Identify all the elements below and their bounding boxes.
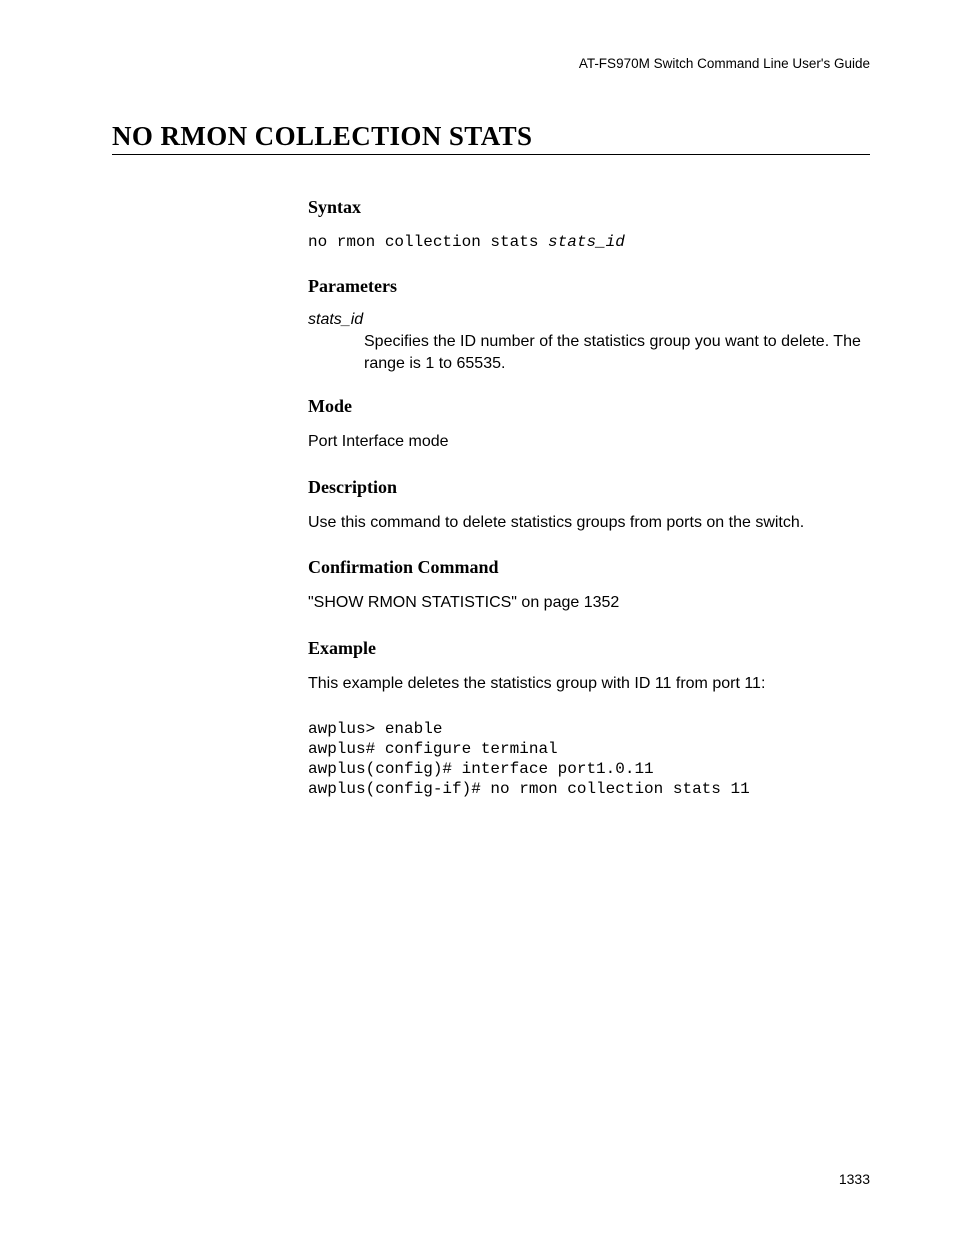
mode-heading: Mode xyxy=(308,396,870,417)
example-code: awplus> enable awplus# configure termina… xyxy=(308,719,870,799)
syntax-prefix: no rmon collection stats xyxy=(308,233,548,251)
confirmation-heading: Confirmation Command xyxy=(308,557,870,578)
running-header: AT-FS970M Switch Command Line User's Gui… xyxy=(112,56,870,71)
example-heading: Example xyxy=(308,638,870,659)
confirmation-text: "SHOW RMON STATISTICS" on page 1352 xyxy=(308,592,870,614)
document-page: AT-FS970M Switch Command Line User's Gui… xyxy=(0,0,954,1235)
content-body: Syntax no rmon collection stats stats_id… xyxy=(308,197,870,799)
syntax-command: no rmon collection stats stats_id xyxy=(308,232,870,252)
parameters-heading: Parameters xyxy=(308,276,870,297)
syntax-heading: Syntax xyxy=(308,197,870,218)
description-heading: Description xyxy=(308,477,870,498)
mode-text: Port Interface mode xyxy=(308,431,870,453)
example-intro: This example deletes the statistics grou… xyxy=(308,673,870,695)
description-text: Use this command to delete statistics gr… xyxy=(308,512,870,534)
syntax-arg: stats_id xyxy=(548,233,625,251)
param-name: stats_id xyxy=(308,311,870,329)
page-title: NO RMON COLLECTION STATS xyxy=(112,121,870,155)
page-number: 1333 xyxy=(839,1171,870,1187)
param-description: Specifies the ID number of the statistic… xyxy=(364,331,870,374)
